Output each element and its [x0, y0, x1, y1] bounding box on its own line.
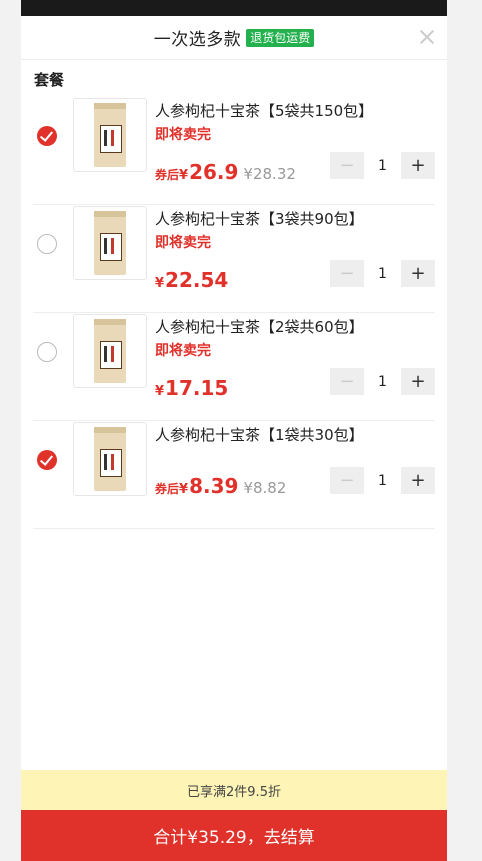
package-list: 人参枸杞十宝茶【5袋共150包】 即将卖完 券后 ¥ 26.9 ¥28.32 −… — [21, 98, 447, 529]
checkout-button[interactable]: 合计¥35.29，去结算 — [21, 810, 447, 861]
quantity-value[interactable]: 1 — [364, 473, 401, 489]
price: 17.15 — [165, 376, 229, 400]
product-thumbnail[interactable] — [73, 422, 147, 496]
selling-out-tag: 即将卖完 — [155, 127, 211, 143]
quantity-value[interactable]: 1 — [364, 374, 401, 390]
product-thumbnail[interactable] — [73, 206, 147, 280]
close-icon[interactable] — [417, 27, 437, 47]
increase-button[interactable]: + — [401, 260, 435, 287]
original-price: ¥8.82 — [243, 479, 287, 497]
backdrop-strip — [21, 0, 447, 16]
selling-out-tag: 即将卖完 — [155, 343, 211, 359]
tea-bag-image — [94, 319, 126, 383]
package-item[interactable]: 人参枸杞十宝茶【1袋共30包】 券后 ¥ 8.39 ¥8.82 − 1 + — [33, 422, 435, 529]
quantity-stepper: − 1 + — [330, 467, 435, 494]
currency-symbol: ¥ — [155, 276, 165, 291]
increase-button[interactable]: + — [401, 368, 435, 395]
product-name: 人参枸杞十宝茶【1袋共30包】 — [155, 426, 364, 444]
package-item[interactable]: 人参枸杞十宝茶【2袋共60包】 即将卖完 ¥ 17.15 − 1 + — [33, 314, 435, 421]
free-return-badge: 退货包运费 — [246, 28, 315, 47]
package-item[interactable]: 人参枸杞十宝茶【5袋共150包】 即将卖完 券后 ¥ 26.9 ¥28.32 −… — [33, 98, 435, 205]
increase-button[interactable]: + — [401, 152, 435, 179]
price-row: ¥ 17.15 — [155, 376, 233, 400]
price-row: 券后 ¥ 26.9 ¥28.32 — [155, 160, 296, 184]
selection-sheet: 一次选多款 退货包运费 套餐 人参枸杞十宝茶【5袋共150包】 即将卖完 券后 … — [21, 16, 447, 861]
coupon-prefix: 券后 — [155, 168, 180, 182]
increase-button[interactable]: + — [401, 467, 435, 494]
sheet-title: 一次选多款 — [153, 30, 242, 50]
sheet-header: 一次选多款 退货包运费 — [21, 16, 447, 60]
product-name: 人参枸杞十宝茶【5袋共150包】 — [155, 102, 374, 120]
decrease-button[interactable]: − — [330, 368, 364, 395]
product-thumbnail[interactable] — [73, 98, 147, 172]
coupon-prefix: 券后 — [155, 482, 180, 496]
price-row: 券后 ¥ 8.39 ¥8.82 — [155, 474, 286, 498]
original-price: ¥28.32 — [243, 165, 296, 183]
quantity-value[interactable]: 1 — [364, 158, 401, 174]
quantity-stepper: − 1 + — [330, 368, 435, 395]
product-thumbnail[interactable] — [73, 314, 147, 388]
section-title: 套餐 — [34, 71, 65, 89]
quantity-stepper: − 1 + — [330, 152, 435, 179]
checked-icon[interactable] — [37, 126, 57, 146]
decrease-button[interactable]: − — [330, 152, 364, 179]
unchecked-icon[interactable] — [37, 342, 57, 362]
currency-symbol: ¥ — [155, 384, 165, 399]
currency-symbol: ¥ — [179, 168, 189, 183]
decrease-button[interactable]: − — [330, 467, 364, 494]
product-name: 人参枸杞十宝茶【3袋共90包】 — [155, 210, 364, 228]
decrease-button[interactable]: − — [330, 260, 364, 287]
price: 26.9 — [189, 160, 239, 184]
quantity-stepper: − 1 + — [330, 260, 435, 287]
page: 一次选多款 退货包运费 套餐 人参枸杞十宝茶【5袋共150包】 即将卖完 券后 … — [0, 0, 482, 861]
price: 8.39 — [189, 474, 239, 498]
unchecked-icon[interactable] — [37, 234, 57, 254]
checked-icon[interactable] — [37, 450, 57, 470]
tea-bag-image — [94, 211, 126, 275]
tea-bag-image — [94, 427, 126, 491]
product-name: 人参枸杞十宝茶【2袋共60包】 — [155, 318, 364, 336]
selling-out-tag: 即将卖完 — [155, 235, 211, 251]
package-item[interactable]: 人参枸杞十宝茶【3袋共90包】 即将卖完 ¥ 22.54 − 1 + — [33, 206, 435, 313]
currency-symbol: ¥ — [179, 482, 189, 497]
discount-banner: 已享满2件9.5折 — [21, 770, 447, 810]
tea-bag-image — [94, 103, 126, 167]
price-row: ¥ 22.54 — [155, 268, 233, 292]
quantity-value[interactable]: 1 — [364, 266, 401, 282]
price: 22.54 — [165, 268, 229, 292]
